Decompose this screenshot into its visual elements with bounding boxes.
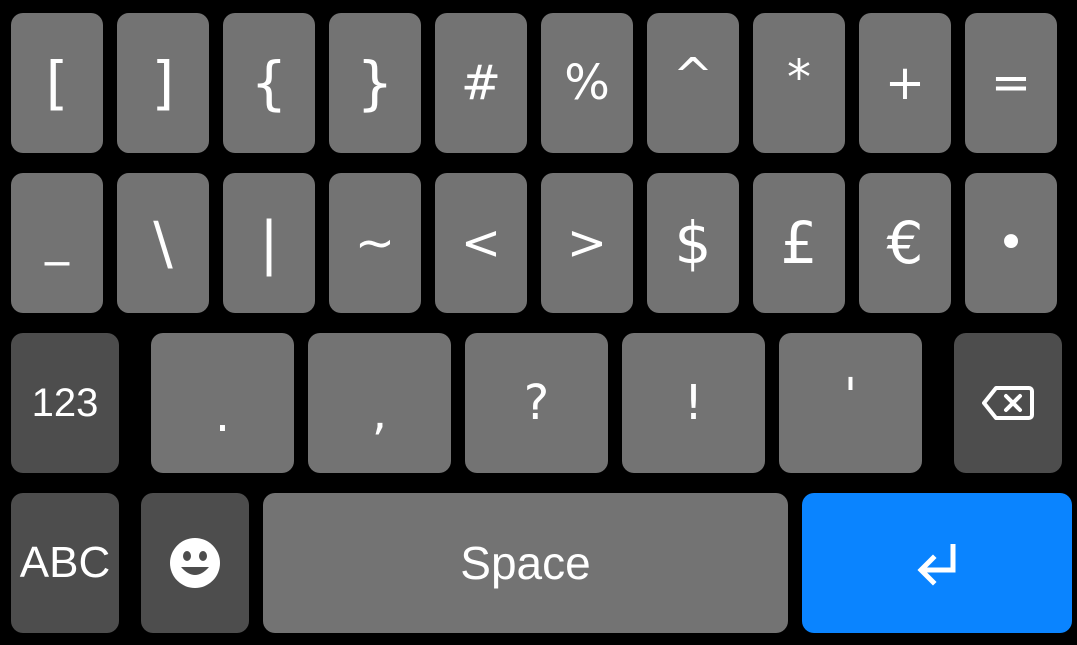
key-label: ,: [371, 385, 388, 441]
key-euro[interactable]: €: [859, 173, 951, 313]
key-exclamation[interactable]: !: [622, 333, 765, 473]
key-label: [: [45, 49, 69, 117]
key-label: 123: [31, 381, 99, 425]
key-label: =: [990, 55, 1032, 111]
key-equals[interactable]: =: [965, 13, 1057, 153]
key-comma[interactable]: ,: [308, 333, 451, 473]
key-asterisk[interactable]: *: [753, 13, 845, 153]
backspace-key[interactable]: [954, 333, 1062, 473]
enter-key[interactable]: [802, 493, 1072, 633]
key-label: <: [460, 215, 502, 271]
key-apostrophe[interactable]: ': [779, 333, 922, 473]
key-underscore[interactable]: _: [11, 173, 103, 313]
key-label: .: [214, 387, 231, 443]
key-question[interactable]: ?: [465, 333, 608, 473]
key-label: {: [250, 49, 288, 117]
backspace-icon: [982, 385, 1034, 421]
mode-123-key[interactable]: 123: [11, 333, 119, 473]
key-label: _: [45, 210, 69, 266]
key-label: >: [566, 215, 608, 271]
key-label: \: [153, 209, 173, 277]
key-label: Space: [460, 537, 591, 589]
key-caret[interactable]: ^: [647, 13, 739, 153]
enter-arrow-icon: [915, 540, 959, 586]
key-label: +: [884, 55, 926, 111]
key-left-brace[interactable]: {: [223, 13, 315, 153]
key-hash[interactable]: #: [435, 13, 527, 153]
key-label: €: [886, 209, 924, 277]
smiley-icon: [169, 537, 221, 589]
key-label: ABC: [19, 538, 111, 587]
key-label: •: [996, 215, 1026, 271]
key-label: *: [787, 50, 811, 106]
key-label: ?: [523, 375, 550, 431]
key-label: ]: [151, 49, 175, 117]
key-label: |: [259, 209, 279, 277]
key-label: ^: [672, 48, 714, 104]
key-pipe[interactable]: |: [223, 173, 315, 313]
key-label: $: [674, 209, 712, 277]
key-greater-than[interactable]: >: [541, 173, 633, 313]
key-dollar[interactable]: $: [647, 173, 739, 313]
key-left-bracket[interactable]: [: [11, 13, 103, 153]
key-pound[interactable]: £: [753, 173, 845, 313]
key-backslash[interactable]: \: [117, 173, 209, 313]
space-key[interactable]: Space: [263, 493, 788, 633]
key-label: }: [356, 49, 394, 117]
key-label: ': [843, 368, 858, 424]
key-percent[interactable]: %: [541, 13, 633, 153]
key-right-bracket[interactable]: ]: [117, 13, 209, 153]
key-label: #: [460, 55, 502, 111]
key-tilde[interactable]: ~: [329, 173, 421, 313]
mode-abc-key[interactable]: ABC: [11, 493, 119, 633]
key-right-brace[interactable]: }: [329, 13, 421, 153]
key-label: %: [564, 55, 610, 111]
key-label: £: [780, 209, 818, 277]
key-less-than[interactable]: <: [435, 173, 527, 313]
key-bullet[interactable]: •: [965, 173, 1057, 313]
emoji-key[interactable]: [141, 493, 249, 633]
key-label: ~: [354, 215, 396, 271]
key-period[interactable]: .: [151, 333, 294, 473]
key-plus[interactable]: +: [859, 13, 951, 153]
key-label: !: [683, 375, 704, 431]
